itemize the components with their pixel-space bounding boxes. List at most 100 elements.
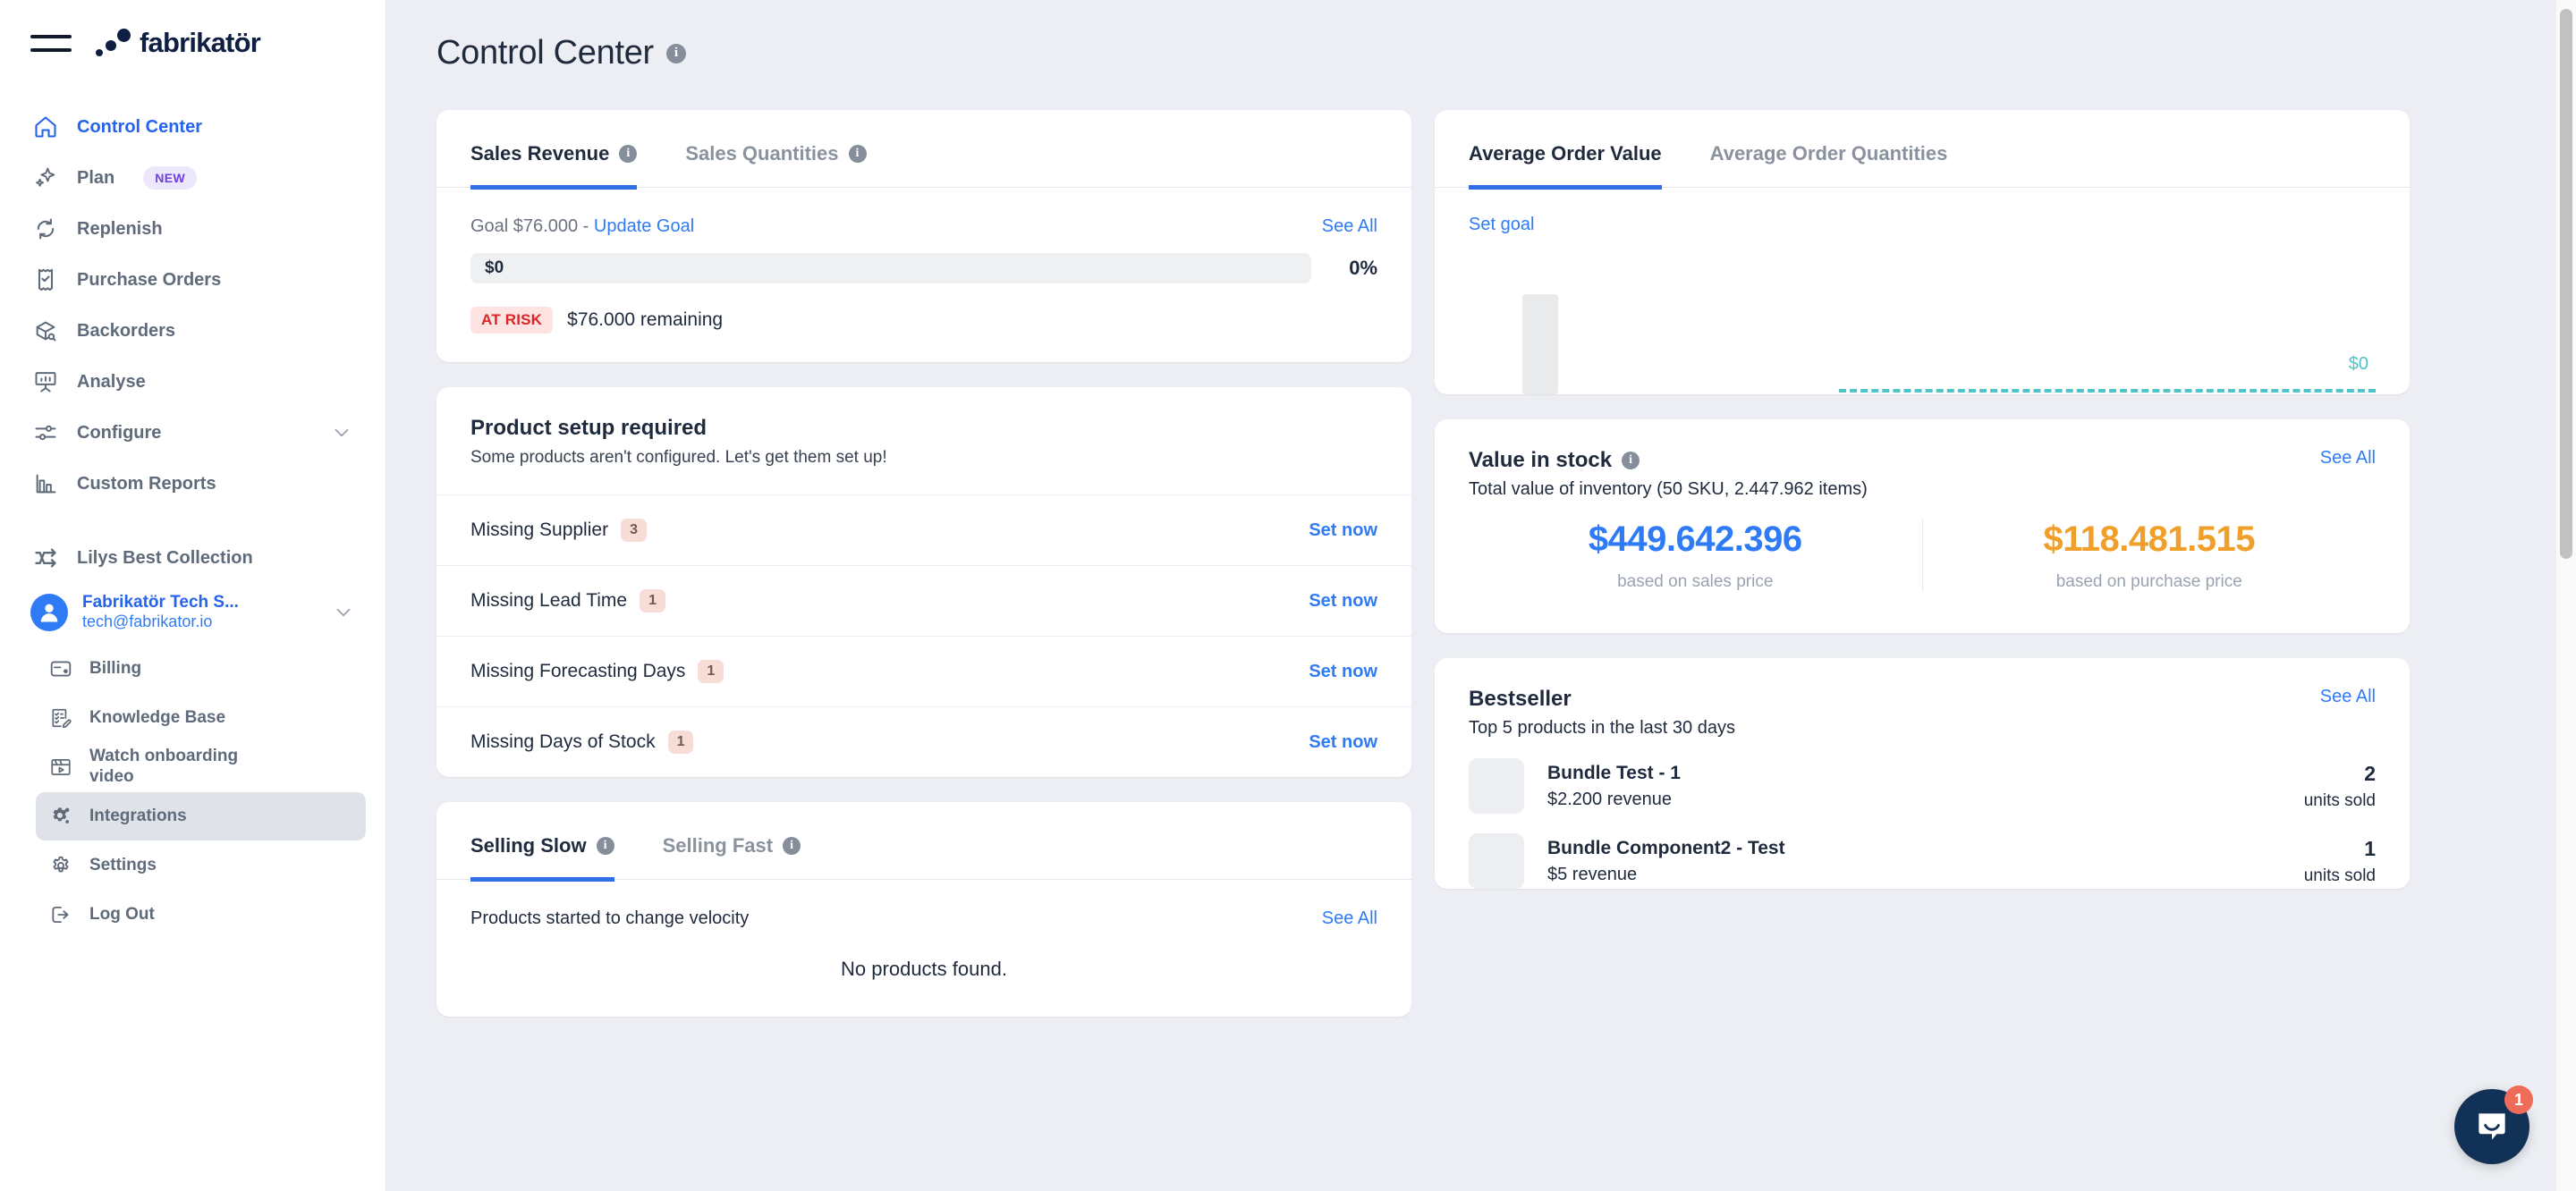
chevron-down-icon[interactable] xyxy=(332,601,355,624)
count-badge: 1 xyxy=(667,731,694,754)
list-item[interactable]: Bundle Test - 1 $2.200 revenue 2 units s… xyxy=(1435,739,2410,814)
brand-logo[interactable]: fabrikatör xyxy=(95,27,261,59)
bar-chart-icon xyxy=(32,470,59,497)
page-scrollbar[interactable] xyxy=(2556,0,2576,1191)
list-item[interactable]: Bundle Component2 - Test $5 revenue 1 un… xyxy=(1435,814,2410,889)
product-units: 1 xyxy=(2364,836,2376,860)
set-goal-link[interactable]: Set goal xyxy=(1469,215,1534,234)
sidebar-item-billing[interactable]: Billing xyxy=(36,645,366,693)
sidebar-item-analyse[interactable]: Analyse xyxy=(20,357,366,407)
product-units-label: units sold xyxy=(2303,866,2376,885)
sidebar-item-watch-onboarding-video[interactable]: Watch onboarding video xyxy=(36,743,366,791)
tab-label: Selling Fast xyxy=(662,834,774,857)
sidebar-item-control-center[interactable]: Control Center xyxy=(20,102,366,152)
sidebar-item-knowledge-base[interactable]: Knowledge Base xyxy=(36,694,366,742)
sidebar-item-integrations[interactable]: Integrations xyxy=(36,792,366,841)
logout-icon xyxy=(48,901,73,928)
sidebar-item-backorders[interactable]: Backorders xyxy=(20,306,366,356)
right-column: Average Order Value Average Order Quanti… xyxy=(1435,110,2410,914)
card-title: Product setup required xyxy=(470,416,708,440)
sidebar-item-label: Lilys Best Collection xyxy=(77,547,253,568)
sidebar-item-label: Watch onboarding video xyxy=(89,747,239,787)
bestseller-card: Bestseller Top 5 products in the last 30… xyxy=(1435,658,2410,889)
home-icon xyxy=(32,114,59,140)
progress-percent: 0% xyxy=(1349,257,1377,279)
account-switcher[interactable]: Fabrikatör Tech S... tech@fabrikator.io xyxy=(20,585,366,639)
tab-average-order-quantities[interactable]: Average Order Quantities xyxy=(1710,110,1948,190)
tab-sales-quantities[interactable]: Sales Quantities i xyxy=(685,110,867,190)
chat-launcher-button[interactable]: 1 xyxy=(2454,1085,2533,1164)
info-icon[interactable]: i xyxy=(596,837,614,855)
product-thumbnail xyxy=(1469,758,1524,814)
tab-label: Selling Slow xyxy=(470,834,587,857)
sidebar-item-purchase-orders[interactable]: Purchase Orders xyxy=(20,255,366,305)
chart-bar xyxy=(1522,294,1558,394)
sidebar-item-label: Knowledge Base xyxy=(89,708,226,728)
stat-caption: based on sales price xyxy=(1617,572,1774,591)
product-revenue: $5 revenue xyxy=(1547,864,1638,884)
setup-row: Missing Days of Stock 1 Set now xyxy=(436,706,1411,777)
setup-label: Missing Days of Stock xyxy=(470,731,656,752)
stat-caption: based on purchase price xyxy=(2055,572,2242,591)
chevron-down-icon[interactable] xyxy=(330,421,353,444)
tab-selling-slow[interactable]: Selling Slow i xyxy=(470,802,614,882)
setup-row: Missing Supplier 3 Set now xyxy=(436,494,1411,565)
goal-progress-bar: $0 xyxy=(470,253,1311,283)
tab-label: Sales Quantities xyxy=(685,142,839,165)
info-icon[interactable]: i xyxy=(619,145,638,163)
info-icon[interactable]: i xyxy=(665,43,686,63)
info-icon[interactable]: i xyxy=(783,837,801,855)
dashboard-columns: Sales Revenue i Sales Quantities i Goal … xyxy=(436,110,2538,1042)
sidebar-item-label: Replenish xyxy=(77,218,163,239)
sidebar-item-lilys-best-collection[interactable]: Lilys Best Collection xyxy=(20,533,366,583)
sidebar-item-configure[interactable]: Configure xyxy=(20,408,366,458)
sidebar-item-label: Custom Reports xyxy=(77,473,216,494)
tab-sales-revenue[interactable]: Sales Revenue i xyxy=(470,110,638,190)
product-thumbnail xyxy=(1469,833,1524,889)
set-now-button[interactable]: Set now xyxy=(1309,591,1377,612)
account-name: Fabrikatör Tech S... xyxy=(82,593,239,612)
selling-velocity-card: Selling Slow i Selling Fast i Products s… xyxy=(436,802,1411,1017)
count-badge: 3 xyxy=(621,519,647,542)
product-setup-header: Product setup required Some products are… xyxy=(436,387,1411,494)
stat-sales-price: $449.642.396 based on sales price xyxy=(1469,519,1922,592)
sidebar-item-plan[interactable]: Plan NEW xyxy=(20,153,366,203)
credit-card-icon xyxy=(48,655,73,682)
refresh-icon xyxy=(32,215,59,242)
update-goal-link[interactable]: Update Goal xyxy=(594,216,694,236)
count-badge: 1 xyxy=(698,660,724,683)
scrollbar-thumb[interactable] xyxy=(2560,9,2572,559)
bestseller-header: Bestseller Top 5 products in the last 30… xyxy=(1435,658,2410,739)
info-icon[interactable]: i xyxy=(848,145,867,163)
sidebar-item-log-out[interactable]: Log Out xyxy=(36,891,366,939)
see-all-link[interactable]: See All xyxy=(1322,908,1377,929)
sidebar-item-settings[interactable]: Settings xyxy=(36,841,366,890)
see-all-link[interactable]: See All xyxy=(2320,448,2376,469)
setup-row: Missing Forecasting Days 1 Set now xyxy=(436,636,1411,706)
see-all-link[interactable]: See All xyxy=(2320,687,2376,707)
shuffle-icon xyxy=(32,545,59,571)
risk-row: AT RISK $76.000 remaining xyxy=(436,283,1411,362)
tab-label: Average Order Quantities xyxy=(1709,142,1948,165)
sidebar-item-label: Configure xyxy=(77,422,162,443)
card-title: Value in stock i xyxy=(1469,448,1868,473)
sales-revenue-card: Sales Revenue i Sales Quantities i Goal … xyxy=(436,110,1411,362)
info-icon[interactable]: i xyxy=(1622,452,1640,469)
product-name: Bundle Test - 1 xyxy=(1547,762,1681,783)
set-now-button[interactable]: Set now xyxy=(1309,520,1377,541)
hamburger-menu-icon[interactable] xyxy=(30,30,72,56)
goal-progress-row: $0 0% xyxy=(436,237,1411,283)
empty-state-text: No products found. xyxy=(841,958,1007,980)
set-now-button[interactable]: Set now xyxy=(1309,662,1377,682)
product-setup-card: Product setup required Some products are… xyxy=(436,387,1411,777)
page-title: Control Center xyxy=(436,34,654,72)
tab-selling-fast[interactable]: Selling Fast i xyxy=(663,802,801,882)
set-now-button[interactable]: Set now xyxy=(1309,732,1377,753)
sidebar-item-label: Integrations xyxy=(89,807,187,826)
video-clapper-icon xyxy=(48,754,73,781)
see-all-link[interactable]: See All xyxy=(1322,216,1377,237)
clipboard-edit-icon xyxy=(48,705,73,731)
sidebar-item-custom-reports[interactable]: Custom Reports xyxy=(20,459,366,509)
tab-average-order-value[interactable]: Average Order Value xyxy=(1469,110,1662,190)
sidebar-item-replenish[interactable]: Replenish xyxy=(20,204,366,254)
